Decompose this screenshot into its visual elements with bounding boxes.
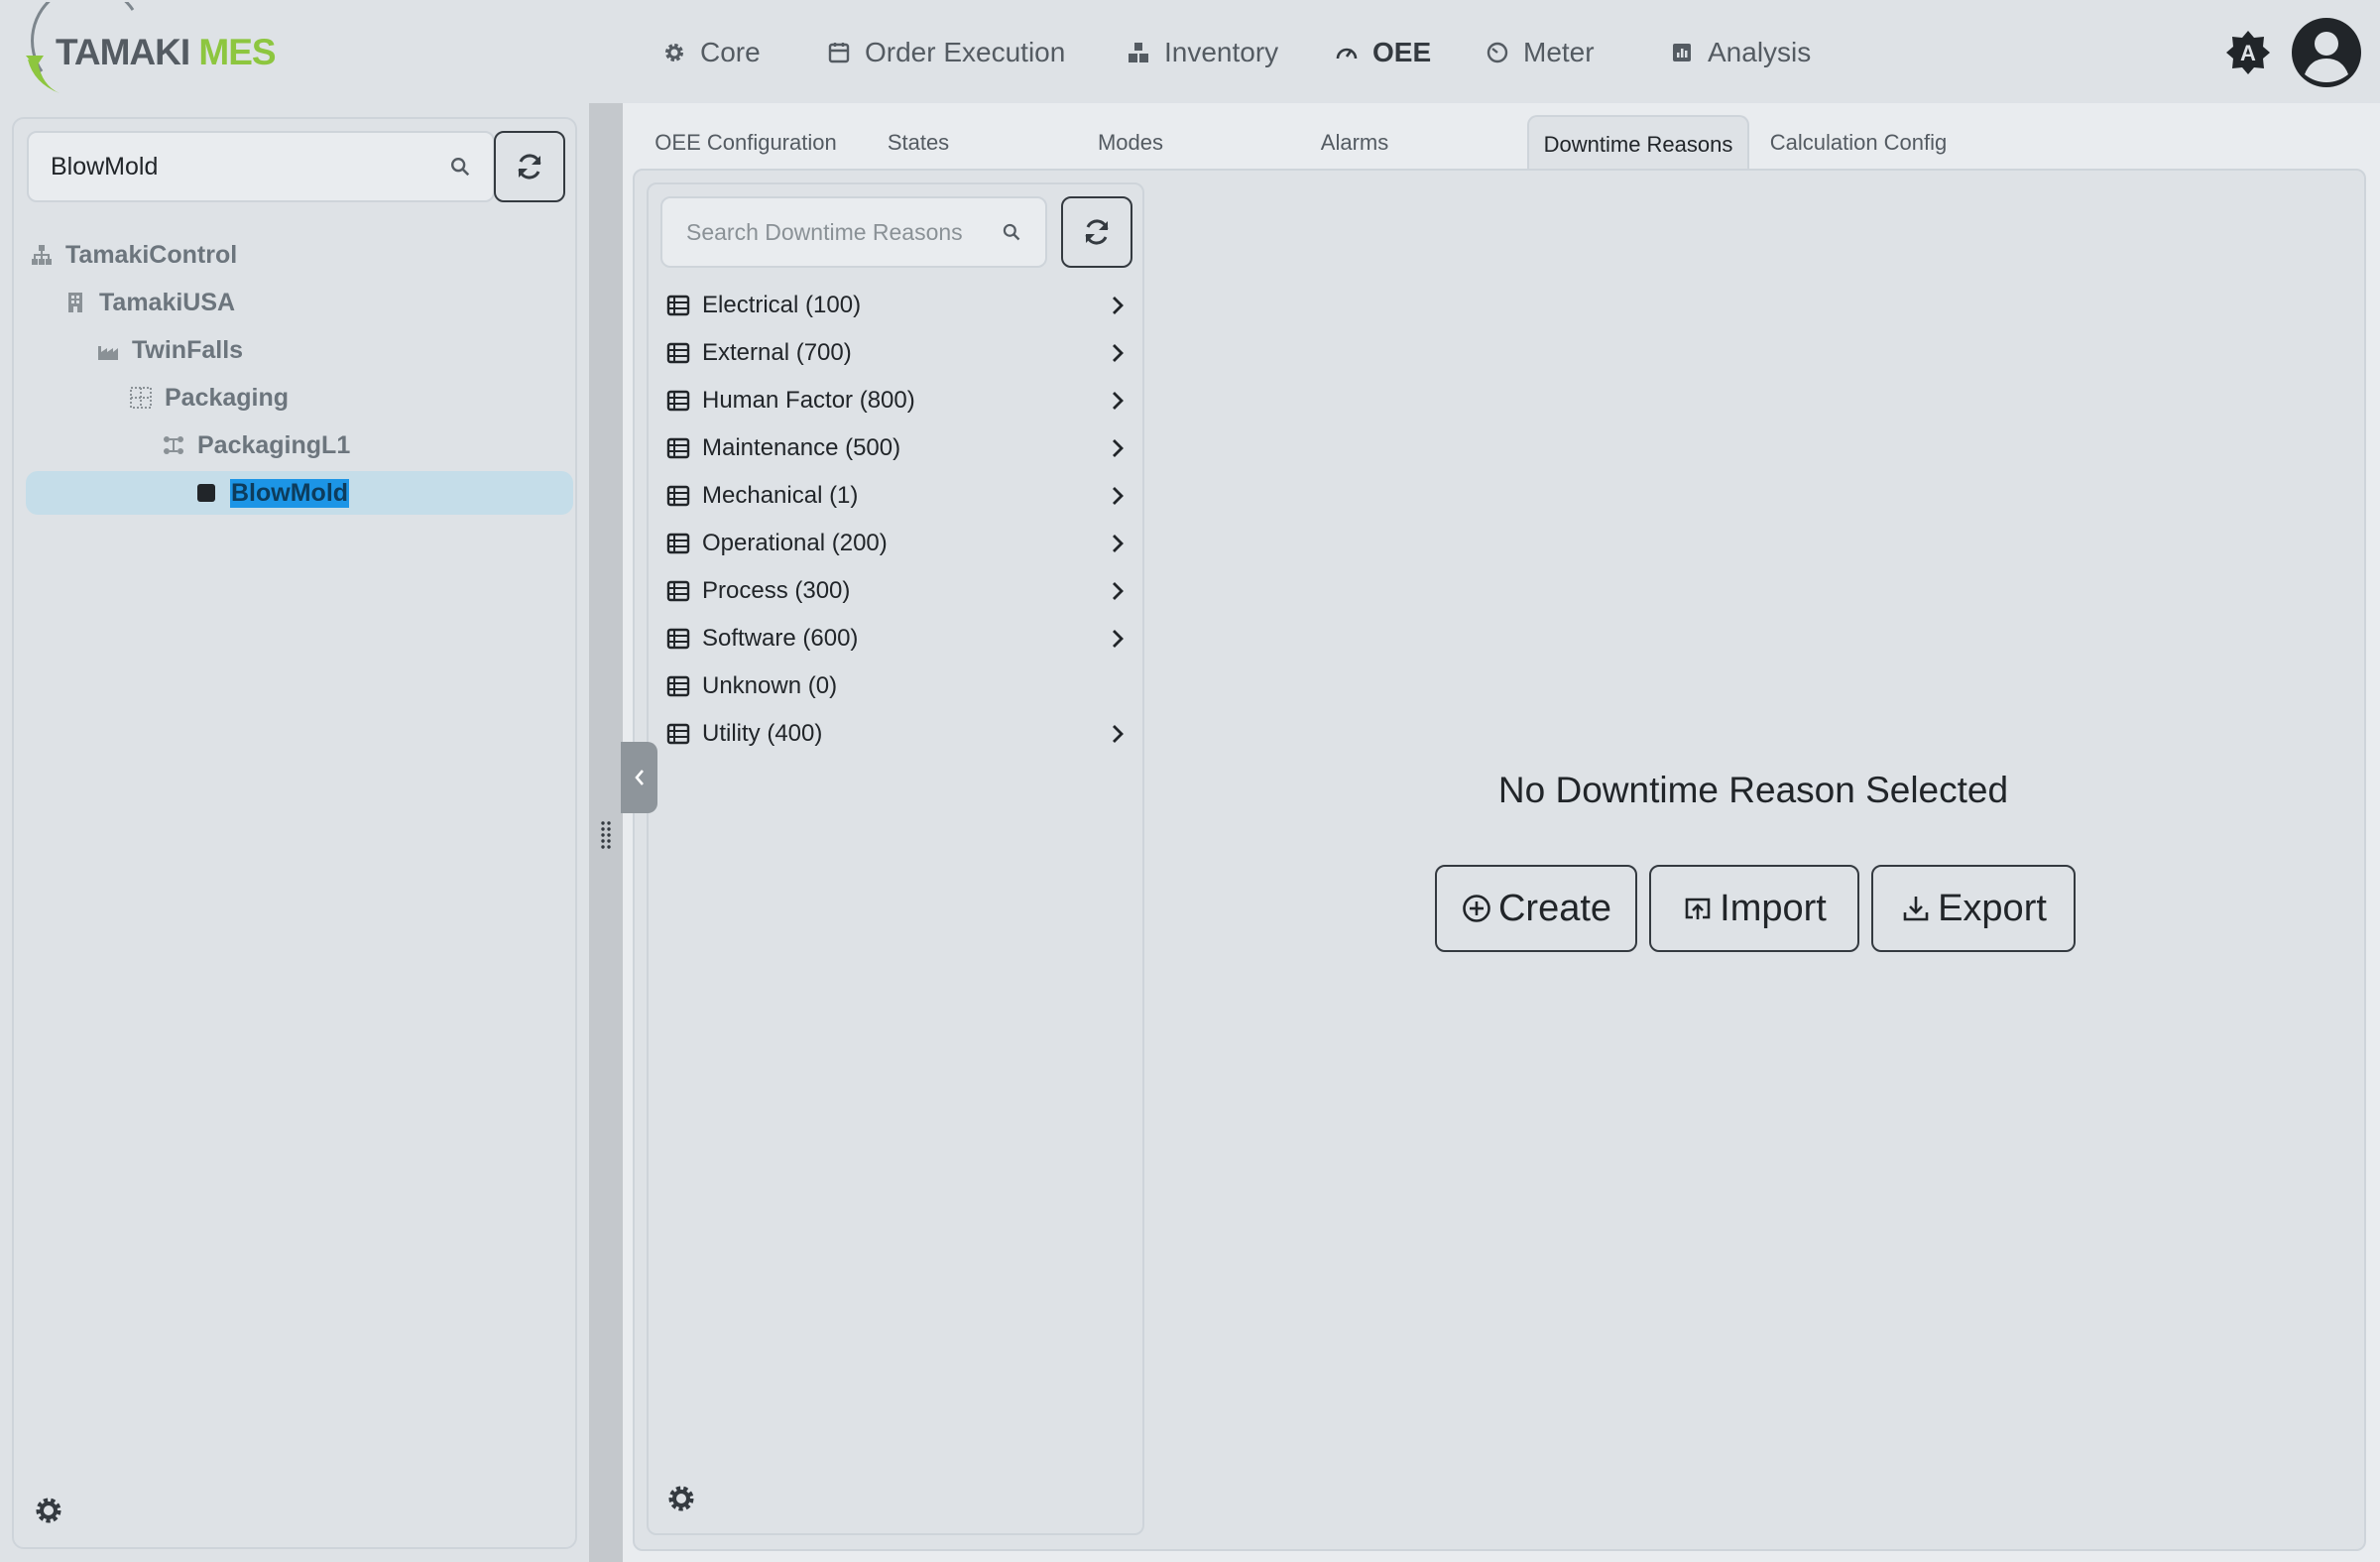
equipment-search-box xyxy=(27,131,495,202)
reason-item-electrical[interactable]: Electrical (100) xyxy=(649,282,1142,329)
plus-circle-icon xyxy=(1463,895,1490,922)
hierarchy-icon xyxy=(32,245,52,265)
drag-handle-icon[interactable] xyxy=(596,819,616,849)
table-icon xyxy=(666,342,690,364)
chevron-right-icon[interactable] xyxy=(1109,436,1127,460)
tree-node-packagingl1[interactable]: PackagingL1 xyxy=(162,423,350,467)
table-icon xyxy=(666,533,690,554)
reason-item-mechanical[interactable]: Mechanical (1) xyxy=(649,472,1142,520)
nav-inventory[interactable]: Inventory xyxy=(1127,30,1278,75)
speedometer-icon xyxy=(1336,48,1358,60)
logo-text: TAMAKI MES xyxy=(56,32,277,72)
reason-item-software[interactable]: Software (600) xyxy=(649,615,1142,662)
chevron-right-icon[interactable] xyxy=(1109,532,1127,555)
tab-oee-configuration[interactable]: OEE Configuration xyxy=(633,115,859,171)
top-bar: TAMAKI MES Core Order Execution Inventor… xyxy=(0,0,2380,103)
downtime-reasons-search-box xyxy=(660,196,1047,268)
chevron-right-icon[interactable] xyxy=(1109,579,1127,603)
user-avatar[interactable] xyxy=(2291,17,2362,88)
download-icon xyxy=(1903,897,1929,921)
boxes-icon xyxy=(1129,43,1148,62)
user-circle-icon xyxy=(2292,18,2361,87)
equipment-search-input[interactable] xyxy=(51,152,449,181)
search-icon[interactable] xyxy=(449,156,471,178)
equipment-refresh-button[interactable] xyxy=(494,131,565,202)
import-icon xyxy=(1685,898,1711,919)
chevron-right-icon[interactable] xyxy=(1109,389,1127,413)
table-icon xyxy=(666,580,690,602)
tamaki-logo[interactable]: TAMAKI MES xyxy=(22,2,277,101)
reason-item-unknown[interactable]: Unknown (0) xyxy=(649,662,1142,710)
factory-icon xyxy=(98,346,118,360)
chevron-right-icon[interactable] xyxy=(1109,484,1127,508)
square-icon xyxy=(197,484,215,502)
table-icon xyxy=(666,295,690,316)
calendar-icon xyxy=(828,43,850,63)
chevron-right-icon[interactable] xyxy=(1109,722,1127,746)
nav-oee[interactable]: OEE xyxy=(1335,30,1431,75)
tree-node-twinfalls[interactable]: TwinFalls xyxy=(96,328,243,372)
import-button[interactable]: Import xyxy=(1649,865,1859,952)
nav-analysis[interactable]: Analysis xyxy=(1670,30,1811,75)
chevron-right-icon[interactable] xyxy=(1109,294,1127,317)
empty-state-title: No Downtime Reason Selected xyxy=(1497,770,2009,810)
settings-gear-icon[interactable] xyxy=(666,1484,696,1513)
tab-alarms[interactable]: Alarms xyxy=(1285,115,1424,171)
nav-meter[interactable]: Meter xyxy=(1486,30,1595,75)
tab-modes[interactable]: Modes xyxy=(1061,115,1200,171)
line-icon xyxy=(164,436,183,454)
export-button[interactable]: Export xyxy=(1871,865,2076,952)
tree-node-packaging[interactable]: Packaging xyxy=(129,376,289,420)
tab-downtime-reasons[interactable]: Downtime Reasons xyxy=(1527,115,1749,173)
table-icon xyxy=(666,485,690,507)
search-icon[interactable] xyxy=(1002,222,1021,242)
nav-order-execution[interactable]: Order Execution xyxy=(827,30,1065,75)
settings-gear-icon[interactable] xyxy=(34,1496,63,1525)
tree-node-tamakicontrol[interactable]: TamakiControl xyxy=(30,233,237,277)
table-icon xyxy=(666,437,690,459)
gear-icon xyxy=(665,44,683,61)
nav-core[interactable]: Core xyxy=(662,30,761,75)
collapse-tree-button[interactable] xyxy=(621,742,657,813)
svg-text:A: A xyxy=(2240,41,2256,65)
table-icon xyxy=(666,675,690,697)
table-icon xyxy=(666,628,690,650)
reason-item-operational[interactable]: Operational (200) xyxy=(649,520,1142,567)
tree-node-tamakiusa[interactable]: TamakiUSA xyxy=(63,281,235,324)
downtime-reasons-refresh-button[interactable] xyxy=(1061,196,1132,268)
create-button[interactable]: Create xyxy=(1435,865,1637,952)
reason-item-utility[interactable]: Utility (400) xyxy=(649,710,1142,758)
reason-item-maintenance[interactable]: Maintenance (500) xyxy=(649,424,1142,472)
grid-icon xyxy=(130,387,152,409)
tab-states[interactable]: States xyxy=(859,115,978,171)
downtime-reasons-list-panel: Electrical (100) External (700) Human Fa… xyxy=(647,182,1144,1535)
equipment-tree-panel: TamakiControl TamakiUSA TwinFalls Packag… xyxy=(12,117,577,1549)
reason-item-process[interactable]: Process (300) xyxy=(649,567,1142,615)
reason-item-human-factor[interactable]: Human Factor (800) xyxy=(649,377,1142,424)
refresh-icon xyxy=(1085,219,1109,245)
downtime-reasons-search-input[interactable] xyxy=(686,218,1002,246)
refresh-icon xyxy=(518,154,541,180)
reason-item-external[interactable]: External (700) xyxy=(649,329,1142,377)
tree-node-blowmold[interactable]: BlowMold xyxy=(26,471,573,515)
chevron-left-icon xyxy=(634,770,644,785)
tab-calculation-config[interactable]: Calculation Config xyxy=(1759,115,1958,171)
chart-icon xyxy=(1673,44,1691,61)
table-icon xyxy=(666,723,690,745)
auto-theme-icon: A xyxy=(2226,31,2270,74)
theme-toggle-button[interactable]: A xyxy=(2225,30,2271,75)
table-icon xyxy=(666,390,690,412)
chevron-right-icon[interactable] xyxy=(1109,341,1127,365)
meter-icon xyxy=(1487,42,1508,63)
chevron-right-icon[interactable] xyxy=(1109,627,1127,651)
building-icon xyxy=(68,293,82,312)
